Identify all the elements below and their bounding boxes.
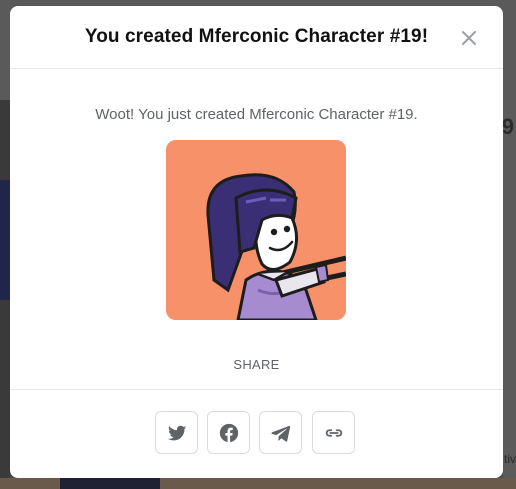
success-message: Woot! You just created Mferconic Charact… bbox=[95, 106, 418, 123]
backdrop-left-image bbox=[0, 180, 10, 300]
created-character-modal: You created Mferconic Character #19! Woo… bbox=[10, 6, 503, 478]
share-label: SHARE bbox=[233, 357, 280, 372]
facebook-icon bbox=[219, 423, 238, 442]
backdrop-right-number: 9 bbox=[501, 114, 514, 139]
modal-title: You created Mferconic Character #19! bbox=[84, 26, 429, 47]
backdrop-right-panel bbox=[503, 100, 516, 489]
share-telegram-button[interactable] bbox=[259, 411, 302, 454]
divider bbox=[10, 389, 503, 390]
share-facebook-button[interactable] bbox=[207, 411, 250, 454]
link-icon bbox=[325, 428, 342, 437]
twitter-icon bbox=[167, 425, 186, 440]
backdrop-bottom-image bbox=[60, 478, 160, 489]
close-icon bbox=[462, 31, 476, 45]
close-button[interactable] bbox=[458, 27, 480, 49]
telegram-icon bbox=[270, 425, 290, 442]
backdrop-right-text: tiv bbox=[504, 452, 516, 466]
share-twitter-button[interactable] bbox=[155, 411, 198, 454]
modal-header: You created Mferconic Character #19! bbox=[10, 6, 503, 69]
copy-link-button[interactable] bbox=[312, 411, 355, 454]
character-image bbox=[166, 140, 346, 320]
